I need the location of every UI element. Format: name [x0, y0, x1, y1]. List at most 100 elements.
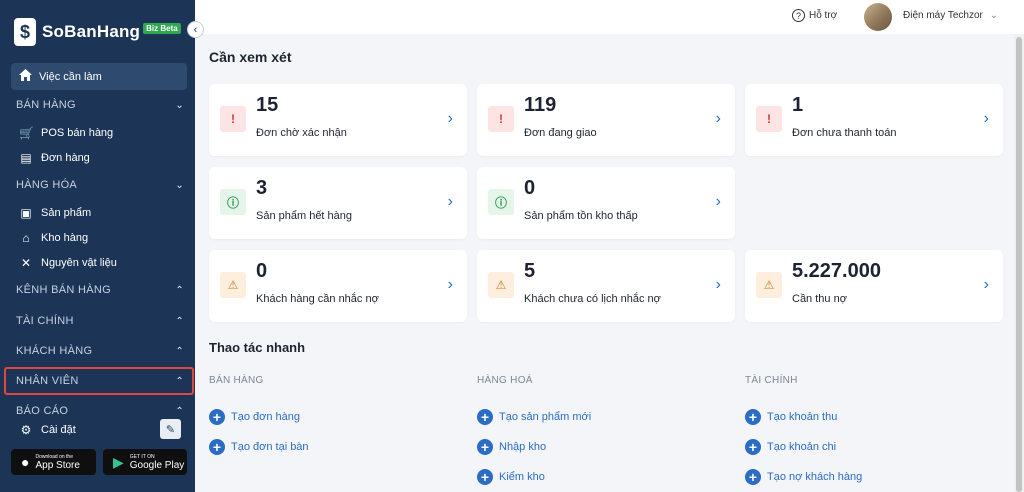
utensils-icon: ✕	[20, 256, 32, 270]
card-label: Khách chưa có lịch nhắc nợ	[524, 293, 661, 305]
action-label: Tạo đơn hàng	[231, 411, 300, 423]
sidebar-item-label: Kho hàng	[41, 232, 89, 244]
chevron-right-icon: ›	[447, 110, 453, 127]
plus-circle-icon: +	[745, 439, 761, 455]
card-san-pham-het-hang[interactable]: ⓘ 3 Sản phẩm hết hàng ›	[209, 167, 467, 239]
page-title: Cần xem xét	[209, 49, 292, 65]
chevron-right-icon: ›	[983, 276, 989, 293]
section-label: BÁO CÁO	[16, 405, 69, 417]
action-tao-don-hang[interactable]: + Tạo đơn hàng	[209, 409, 300, 425]
sidebar-item-viec-can-lam[interactable]: Việc cần làm	[11, 63, 187, 90]
sidebar-item-san-pham[interactable]: ▣ Sản phẩm	[19, 206, 91, 220]
card-khach-can-nhac-no[interactable]: ⚠ 0 Khách hàng cần nhắc nợ ›	[209, 250, 467, 322]
gear-icon: ⚙	[20, 423, 32, 437]
section-kenh-ban-hang[interactable]: KÊNH BÁN HÀNG ⌃	[16, 284, 184, 296]
section-tai-chinh[interactable]: TÀI CHÍNH ⌃	[16, 315, 184, 327]
section-label: KÊNH BÁN HÀNG	[16, 284, 111, 296]
google-play-button[interactable]: ▶ GET IT ON Google Play	[103, 449, 187, 475]
sidebar: $ SoBanHang Biz Beta Việc cần làm BÁN HÀ…	[0, 0, 195, 492]
sidebar-item-cai-dat[interactable]: ⚙ Cài đặt	[19, 423, 76, 437]
chevron-up-icon: ⌃	[175, 315, 184, 327]
section-khach-hang[interactable]: KHÁCH HÀNG ⌃	[16, 345, 184, 357]
action-nhap-kho[interactable]: + Nhập kho	[477, 439, 546, 455]
document-icon: ▤	[20, 151, 32, 165]
help-link[interactable]: ? Hỗ trợ	[792, 9, 837, 22]
app-store-button[interactable]: ● Download on the App Store	[11, 449, 96, 475]
card-ton-kho-thap[interactable]: ⓘ 0 Sản phẩm tồn kho thấp ›	[477, 167, 735, 239]
chevron-up-icon: ⌃	[175, 375, 184, 387]
card-khach-chua-co-lich[interactable]: ⚠ 5 Khách chưa có lịch nhắc nợ ›	[477, 250, 735, 322]
section-label: BÁN HÀNG	[16, 99, 76, 111]
action-tao-san-pham-moi[interactable]: + Tạo sản phẩm mới	[477, 409, 591, 425]
card-value: 3	[256, 177, 268, 199]
card-label: Sản phẩm tồn kho thấp	[524, 210, 638, 222]
card-value: 0	[256, 260, 268, 282]
card-label: Đơn đang giao	[524, 127, 597, 139]
action-label: Nhập kho	[499, 441, 547, 453]
edit-menu-button[interactable]: ✎	[160, 419, 181, 439]
chevron-up-icon: ⌃	[175, 284, 184, 296]
card-label: Khách hàng cần nhắc nợ	[256, 293, 379, 305]
warning-icon: ⚠	[488, 272, 514, 298]
card-don-dang-giao[interactable]: ! 119 Đơn đang giao ›	[477, 84, 735, 156]
card-can-thu-no[interactable]: ⚠ 5.227.000 Cần thu nợ ›	[745, 250, 1003, 322]
card-value: 15	[256, 94, 279, 116]
action-tao-don-tai-ban[interactable]: + Tạo đơn tại bàn	[209, 439, 309, 455]
card-don-chua-thanh-toan[interactable]: ! 1 Đơn chưa thanh toán ›	[745, 84, 1003, 156]
chevron-up-icon: ⌃	[175, 345, 184, 357]
section-nhan-vien[interactable]: NHÂN VIÊN ⌃	[16, 375, 184, 387]
sidebar-item-label: POS bán hàng	[41, 127, 114, 139]
action-tao-khoan-chi[interactable]: + Tạo khoản chi	[745, 439, 836, 455]
plus-circle-icon: +	[477, 469, 493, 485]
sidebar-item-nguyen-vat-lieu[interactable]: ✕ Nguyên vật liệu	[19, 256, 117, 270]
chevron-right-icon: ›	[715, 276, 721, 293]
home-icon	[19, 69, 32, 84]
app-store-label: App Store	[35, 459, 80, 471]
plus-circle-icon: +	[745, 409, 761, 425]
scrollbar[interactable]	[1014, 34, 1024, 492]
section-label: HÀNG HÓA	[16, 179, 78, 191]
card-value: 5.227.000	[792, 260, 881, 282]
action-label: Tạo nợ khách hàng	[767, 471, 863, 483]
action-tao-no-khach-hang[interactable]: + Tạo nợ khách hàng	[745, 469, 862, 485]
card-value: 119	[524, 94, 557, 116]
sidebar-item-kho-hang[interactable]: ⌂ Kho hàng	[19, 231, 88, 245]
sidebar-item-label: Sản phẩm	[41, 207, 92, 219]
section-hang-hoa[interactable]: HÀNG HÓA ⌄	[16, 179, 184, 191]
topbar: ? Hỗ trợ Điện máy Techzor ⌄	[195, 0, 1024, 34]
brand-logo[interactable]: $ SoBanHang Biz Beta	[14, 18, 181, 46]
plus-circle-icon: +	[209, 439, 225, 455]
google-play-label: Google Play	[129, 459, 185, 471]
box-icon: ▣	[20, 206, 32, 220]
user-menu[interactable]: Điện máy Techzor ⌄	[903, 10, 998, 21]
plus-circle-icon: +	[745, 469, 761, 485]
chevron-down-icon: ⌄	[175, 99, 184, 111]
section-ban-hang[interactable]: BÁN HÀNG ⌄	[16, 99, 184, 111]
plus-circle-icon: +	[209, 409, 225, 425]
scrollbar-thumb[interactable]	[1016, 37, 1022, 492]
pencil-icon: ✎	[165, 423, 176, 436]
action-tao-khoan-thu[interactable]: + Tạo khoản thu	[745, 409, 837, 425]
card-label: Sản phẩm hết hàng	[256, 210, 353, 222]
card-don-cho-xac-nhan[interactable]: ! 15 Đơn chờ xác nhận ›	[209, 84, 467, 156]
card-label: Đơn chưa thanh toán	[792, 127, 897, 139]
card-value: 1	[792, 94, 804, 116]
action-kiem-kho[interactable]: + Kiểm kho	[477, 469, 545, 485]
apple-icon: ●	[21, 454, 30, 470]
cart-icon: 🛒	[19, 126, 34, 140]
play-store-icon: ▶	[113, 453, 124, 470]
card-label: Cần thu nợ	[792, 293, 847, 305]
avatar[interactable]	[864, 3, 892, 31]
section-label: TÀI CHÍNH	[16, 315, 74, 327]
action-label: Kiểm kho	[499, 471, 545, 483]
collapse-sidebar-button[interactable]: ‹	[187, 21, 204, 38]
section-bao-cao[interactable]: BÁO CÁO ⌃	[16, 405, 184, 417]
quick-col-heading: BÁN HÀNG	[209, 375, 264, 386]
chevron-right-icon: ›	[447, 193, 453, 210]
sidebar-item-pos[interactable]: 🛒 POS bán hàng	[19, 126, 113, 140]
action-label: Tạo khoản chi	[767, 441, 837, 453]
chevron-right-icon: ›	[715, 110, 721, 127]
sidebar-item-label: Việc cần làm	[39, 70, 102, 83]
chevron-up-icon: ⌃	[175, 405, 184, 417]
sidebar-item-don-hang[interactable]: ▤ Đơn hàng	[19, 151, 89, 165]
